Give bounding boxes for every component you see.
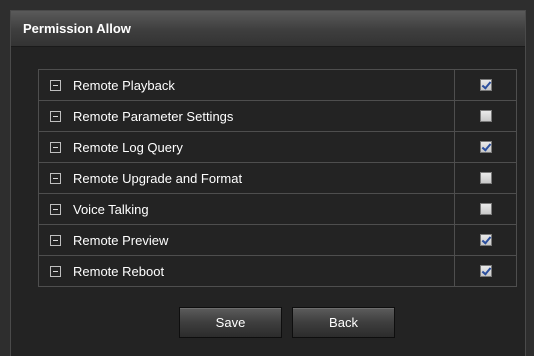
permission-name-cell: Remote Reboot: [37, 255, 456, 287]
minus-square-icon[interactable]: [50, 141, 61, 153]
permission-name-cell: Remote Upgrade and Format: [37, 162, 456, 194]
permission-row: Remote Parameter Settings: [37, 100, 517, 132]
permission-row: Remote Reboot: [37, 255, 517, 287]
permission-name-wrap: Remote Parameter Settings: [39, 101, 454, 131]
button-row: Save Back: [179, 307, 395, 338]
permission-name-cell: Remote Playback: [37, 69, 456, 101]
permission-check-cell: [454, 100, 517, 132]
permission-panel: Permission Allow Remote Playback Remote P…: [10, 10, 526, 356]
minus-square-icon[interactable]: [50, 234, 61, 246]
permission-row: Remote Playback: [37, 69, 517, 101]
back-button[interactable]: Back: [292, 307, 395, 338]
permission-name-cell: Remote Parameter Settings: [37, 100, 456, 132]
permission-label: Remote Parameter Settings: [73, 108, 234, 124]
minus-square-icon[interactable]: [50, 203, 61, 215]
permission-name-cell: Remote Log Query: [37, 131, 456, 163]
permission-row: Remote Preview: [37, 224, 517, 256]
permission-label: Remote Reboot: [73, 263, 165, 279]
permission-name-wrap: Remote Upgrade and Format: [39, 163, 454, 193]
permission-row: Voice Talking: [37, 193, 517, 225]
permission-checkbox[interactable]: [479, 109, 492, 122]
permission-check-cell: [454, 69, 517, 101]
permission-checkbox[interactable]: [479, 140, 492, 153]
permission-label: Remote Preview: [73, 232, 169, 248]
permission-checkbox[interactable]: [479, 264, 492, 277]
permission-name-wrap: Remote Playback: [39, 70, 454, 100]
permission-row: Remote Log Query: [37, 131, 517, 163]
permission-check-cell: [454, 193, 517, 225]
permission-checkbox[interactable]: [479, 202, 492, 215]
save-button[interactable]: Save: [179, 307, 282, 338]
minus-square-icon[interactable]: [50, 110, 61, 122]
permission-checkbox[interactable]: [479, 78, 492, 91]
permission-table: Remote Playback Remote Parameter Settings…: [37, 69, 517, 287]
permission-check-cell: [454, 224, 517, 256]
minus-square-icon[interactable]: [50, 172, 61, 184]
permission-name-wrap: Remote Reboot: [39, 256, 454, 286]
permission-check-cell: [454, 162, 517, 194]
permission-name-wrap: Voice Talking: [39, 194, 454, 224]
permission-row: Remote Upgrade and Format: [37, 162, 517, 194]
minus-square-icon[interactable]: [50, 79, 61, 91]
panel-header: Permission Allow: [11, 11, 525, 47]
permission-name-wrap: Remote Log Query: [39, 132, 454, 162]
permission-check-cell: [454, 255, 517, 287]
minus-square-icon[interactable]: [50, 265, 61, 277]
permission-name-cell: Remote Preview: [37, 224, 456, 256]
permission-check-cell: [454, 131, 517, 163]
permission-label: Remote Upgrade and Format: [73, 170, 243, 186]
permission-label: Voice Talking: [73, 201, 149, 217]
permission-name-cell: Voice Talking: [37, 193, 456, 225]
permission-label: Remote Log Query: [73, 139, 183, 155]
panel-title: Permission Allow: [23, 21, 131, 36]
permission-name-wrap: Remote Preview: [39, 225, 454, 255]
permission-checkbox[interactable]: [479, 171, 492, 184]
permission-checkbox[interactable]: [479, 233, 492, 246]
permission-label: Remote Playback: [73, 77, 175, 93]
